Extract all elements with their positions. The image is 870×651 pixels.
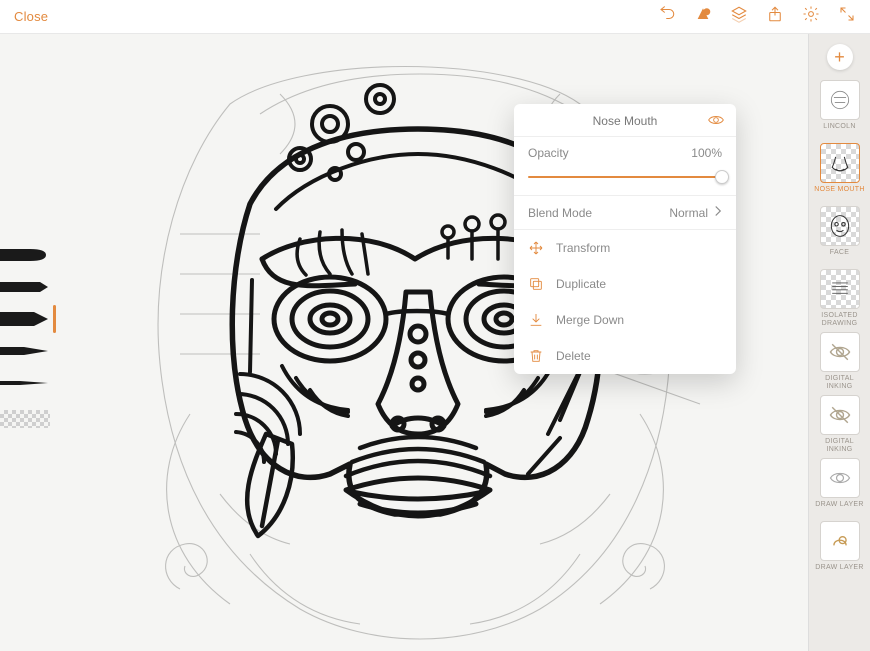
layer-item[interactable]: DRAW LAYER: [813, 458, 867, 517]
popover-title: Nose Mouth: [514, 104, 736, 136]
layer-name-label: Nose Mouth: [593, 114, 658, 128]
shapes-icon[interactable]: [694, 5, 712, 28]
layer-label: DRAW LAYER: [813, 564, 867, 580]
layer-rail: + LINCOLN NOSE MOUTH FACE ISOLATED DRAWI…: [808, 34, 870, 651]
topbar: Close: [0, 0, 870, 34]
layer-options-popover: Nose Mouth Opacity 100% Blend Mode: [514, 104, 736, 374]
brush-chisel[interactable]: [0, 308, 50, 330]
blend-mode-value: Normal: [669, 206, 708, 220]
brush-flat[interactable]: [0, 276, 50, 298]
layers-icon[interactable]: [730, 5, 748, 28]
gear-icon[interactable]: [802, 5, 820, 28]
blend-mode-label: Blend Mode: [528, 206, 592, 220]
share-icon[interactable]: [766, 5, 784, 28]
opacity-label: Opacity: [528, 146, 569, 160]
merge-down-label: Merge Down: [556, 313, 624, 327]
layer-item[interactable]: DRAW LAYER: [813, 521, 867, 580]
brush-fine[interactable]: [0, 372, 50, 394]
visibility-icon[interactable]: [708, 114, 724, 129]
duplicate-label: Duplicate: [556, 277, 606, 291]
layer-item[interactable]: DIGITAL INKING: [813, 332, 867, 391]
canvas[interactable]: Nose Mouth Opacity 100% Blend Mode: [0, 34, 808, 651]
brush-pointed[interactable]: [0, 340, 50, 362]
delete-label: Delete: [556, 349, 591, 363]
transform-label: Transform: [556, 241, 610, 255]
layer-item[interactable]: LINCOLN: [813, 80, 867, 139]
layer-item[interactable]: FACE: [813, 206, 867, 265]
layer-label: ISOLATED DRAWING: [813, 312, 867, 328]
top-actions: [658, 5, 856, 28]
opacity-row: Opacity 100%: [514, 137, 736, 169]
texture-swatch[interactable]: [0, 410, 50, 428]
brush-tray: [0, 244, 58, 428]
layer-label: LINCOLN: [813, 123, 867, 139]
blend-mode-row[interactable]: Blend Mode Normal: [514, 196, 736, 229]
layer-label: FACE: [813, 249, 867, 265]
chevron-right-icon: [714, 205, 722, 220]
layer-label: DRAW LAYER: [813, 501, 867, 517]
layer-item[interactable]: DIGITAL INKING: [813, 395, 867, 454]
opacity-slider-thumb[interactable]: [715, 170, 729, 184]
layer-item[interactable]: NOSE MOUTH: [813, 143, 867, 202]
undo-icon[interactable]: [658, 5, 676, 28]
add-layer-button[interactable]: +: [827, 44, 853, 70]
fullscreen-icon[interactable]: [838, 5, 856, 28]
merge-down-action[interactable]: Merge Down: [514, 302, 736, 338]
brush-round[interactable]: [0, 244, 50, 266]
layer-label: DIGITAL INKING: [813, 375, 867, 391]
duplicate-action[interactable]: Duplicate: [514, 266, 736, 302]
layer-item[interactable]: ISOLATED DRAWING: [813, 269, 867, 328]
layer-label: NOSE MOUTH: [813, 186, 867, 202]
opacity-value: 100%: [691, 146, 722, 160]
layer-label: DIGITAL INKING: [813, 438, 867, 454]
opacity-slider[interactable]: [528, 169, 722, 185]
transform-action[interactable]: Transform: [514, 230, 736, 266]
delete-action[interactable]: Delete: [514, 338, 736, 374]
close-button[interactable]: Close: [14, 9, 48, 24]
